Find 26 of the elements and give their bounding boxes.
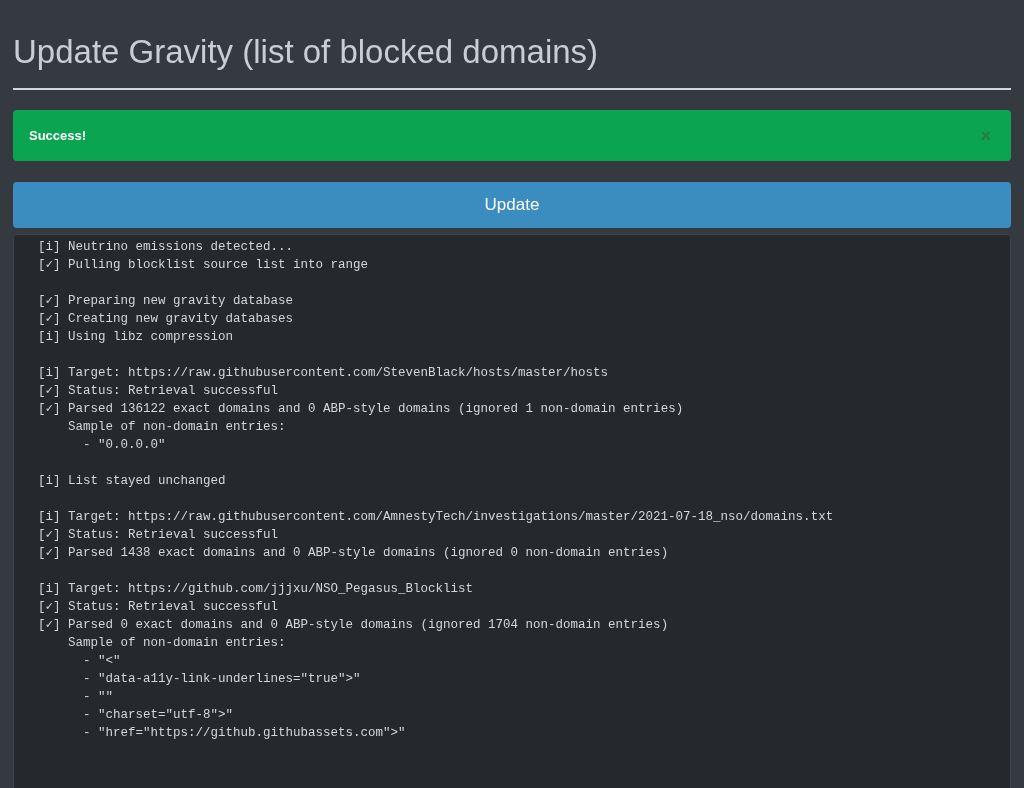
alert-message: Success! <box>29 126 87 145</box>
log-line: [✓] Creating new gravity databases <box>38 311 294 328</box>
log-line: - "" <box>83 689 113 706</box>
log-line: - "<" <box>83 653 121 670</box>
log-line: [i] List stayed unchanged <box>38 473 226 490</box>
log-line: [i] Target: https://raw.githubusercontent.com/StevenBlack/hosts/master/hosts <box>38 365 609 382</box>
log-line: [✓] Status: Retrieval successful <box>38 527 279 544</box>
log-line: Sample of non-domain entries: <box>68 419 286 436</box>
log-line: [✓] Parsed 0 exact domains and 0 ABP-style domains (ignored 1704 non-domain entries) <box>38 617 669 634</box>
log-line: Sample of non-domain entries: <box>68 635 286 652</box>
page-title: Update Gravity (list of blocked domains) <box>13 32 600 72</box>
log-line: - "0.0.0.0" <box>83 437 166 454</box>
log-line: - "data-a11y-link-underlines="true">" <box>83 671 361 688</box>
log-line: [✓] Status: Retrieval successful <box>38 383 279 400</box>
update-button[interactable]: Update <box>13 182 1011 228</box>
log-line: - "charset="utf-8">" <box>83 707 234 724</box>
log-line: [✓] Pulling blocklist source list into range <box>38 257 369 274</box>
log-line: [✓] Parsed 1438 exact domains and 0 ABP-style domains (ignored 0 non-domain entries) <box>38 545 669 562</box>
log-line: [✓] Status: Retrieval successful <box>38 599 279 616</box>
log-line: [✓] Preparing new gravity database <box>38 293 294 310</box>
log-line: [i] Target: https://raw.githubusercontent.com/AmnestyTech/investigations/master/2021-07-18_nso/domains.txt <box>38 509 834 526</box>
log-line: [✓] Parsed 136122 exact domains and 0 ABP-style domains (ignored 1 non-domain entries) <box>38 401 684 418</box>
log-line: - "href="https://github.githubassets.com">" <box>83 725 406 742</box>
log-line: [i] Using libz compression <box>38 329 234 346</box>
log-line: [i] Target: https://github.com/jjjxu/NSO_Pegasus_Blocklist <box>38 581 474 598</box>
log-line: [i] Neutrino emissions detected... <box>38 239 294 256</box>
